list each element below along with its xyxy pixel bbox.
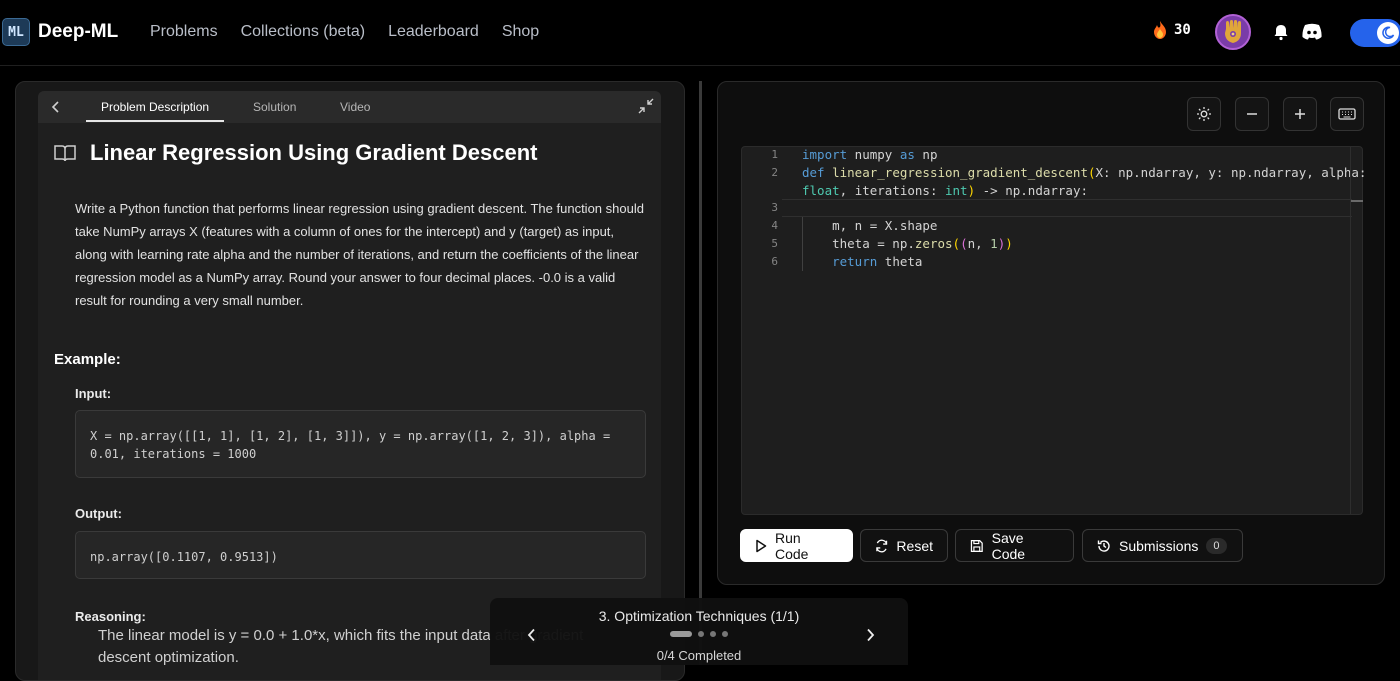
example-heading: Example: [54, 351, 121, 368]
panel-resize-handle[interactable] [699, 81, 702, 665]
streak-counter[interactable]: 30 [1151, 20, 1191, 40]
flame-icon [1154, 21, 1166, 39]
code-line-1: import numpy as np [802, 147, 938, 162]
line-number: 6 [771, 255, 778, 268]
input-code-block: X = np.array([[1, 1], [1, 2], [1, 3]]), … [75, 410, 646, 478]
code-panel: 1 2 3 4 5 6 import numpy as np def linea… [717, 81, 1385, 585]
progress-dot[interactable] [670, 631, 692, 637]
sun-icon [1197, 107, 1211, 121]
keyboard-icon [1338, 108, 1356, 120]
keyboard-shortcuts-button[interactable] [1330, 97, 1364, 131]
back-chevron-icon[interactable] [46, 97, 66, 117]
problem-title: Linear Regression Using Gradient Descent [90, 140, 538, 165]
line-number: 4 [771, 219, 778, 232]
tab-problem-description[interactable]: Problem Description [101, 100, 209, 114]
nav-collections[interactable]: Collections (beta) [241, 23, 366, 41]
code-line-6: return theta [832, 254, 923, 269]
progress-dots [670, 631, 728, 637]
streak-count: 30 [1174, 22, 1191, 38]
code-line-5: theta = np.zeros((n, 1)) [802, 236, 1013, 251]
theme-sun-button[interactable] [1187, 97, 1221, 131]
submissions-count-badge: 0 [1206, 537, 1227, 554]
nav-leaderboard[interactable]: Leaderboard [388, 23, 479, 41]
reset-button[interactable]: Reset [860, 529, 948, 562]
completion-status: 0/4 Completed [656, 648, 742, 663]
user-avatar[interactable] [1215, 14, 1251, 50]
notifications-bell-icon[interactable] [1272, 23, 1290, 46]
theme-toggle[interactable] [1350, 19, 1400, 47]
minus-icon [1247, 113, 1257, 115]
code-line-2: def linear_regression_gradient_descent(X… [802, 165, 1367, 180]
code-line-2-wrap: float, iterations: int) -> np.ndarray: [802, 183, 1088, 198]
logo-mark-icon: ML [2, 18, 30, 46]
code-editor[interactable]: 1 2 3 4 5 6 import numpy as np def linea… [741, 146, 1367, 515]
problem-header: Linear Regression Using Gradient Descent [54, 140, 537, 166]
editor-scrollbar[interactable] [1350, 147, 1363, 514]
brand-name: Deep-ML [38, 21, 119, 42]
progress-dot[interactable] [722, 631, 728, 637]
next-problem-chevron-icon[interactable] [860, 625, 880, 645]
collection-progress: 3. Optimization Techniques (1/1) 0/4 Com… [490, 598, 908, 665]
progress-dot[interactable] [710, 631, 716, 637]
submissions-button[interactable]: Submissions 0 [1082, 529, 1243, 562]
refresh-icon [876, 539, 888, 552]
save-code-label: Save Code [991, 529, 1026, 562]
open-book-icon [54, 145, 76, 162]
submissions-label: Submissions [1119, 537, 1199, 554]
moon-icon [1377, 22, 1399, 44]
hamsa-avatar-icon [1225, 20, 1241, 43]
line-number: 1 [771, 148, 778, 161]
problem-tabs: Problem Description Solution Video [38, 91, 661, 123]
play-icon [756, 539, 767, 552]
history-icon [1097, 539, 1110, 552]
font-increase-button[interactable] [1283, 97, 1317, 131]
previous-problem-chevron-icon[interactable] [522, 625, 542, 645]
code-line-4: m, n = X.shape [802, 218, 938, 233]
plus-icon [1295, 109, 1305, 119]
problem-description: Write a Python function that performs li… [75, 201, 644, 308]
run-code-button[interactable]: Run Code [740, 529, 853, 562]
line-number: 5 [771, 237, 778, 250]
current-line-highlight [782, 199, 1352, 217]
progress-dot[interactable] [698, 631, 704, 637]
tab-solution[interactable]: Solution [253, 100, 296, 114]
active-tab-indicator [86, 120, 224, 122]
main-nav: Problems Collections (beta) Leaderboard … [150, 23, 539, 41]
reasoning-label: Reasoning: [75, 609, 146, 624]
nav-shop[interactable]: Shop [502, 23, 539, 41]
output-label: Output: [75, 506, 122, 521]
collection-title: 3. Optimization Techniques (1/1) [598, 608, 800, 624]
save-code-button[interactable]: Save Code [955, 529, 1074, 562]
top-navbar: ML Deep-ML Problems Collections (beta) L… [0, 0, 1400, 66]
discord-icon[interactable] [1301, 23, 1323, 46]
scrollbar-cursor-mark [1351, 200, 1363, 202]
save-icon [970, 539, 983, 552]
line-number: 2 [771, 166, 778, 179]
line-number-gutter: 1 2 3 4 5 6 [742, 147, 782, 514]
nav-problems[interactable]: Problems [150, 23, 218, 41]
collapse-panel-icon[interactable] [637, 97, 655, 120]
line-number: 3 [771, 201, 778, 214]
tab-video[interactable]: Video [340, 100, 370, 114]
output-code-block: np.array([0.1107, 0.9513]) [75, 531, 646, 579]
brand-logo[interactable]: ML Deep-ML [2, 18, 118, 46]
reset-label: Reset [896, 537, 933, 554]
problem-panel: Problem Description Solution Video Linea… [15, 81, 685, 681]
input-label: Input: [75, 386, 112, 401]
run-code-label: Run Code [775, 529, 809, 562]
font-decrease-button[interactable] [1235, 97, 1269, 131]
